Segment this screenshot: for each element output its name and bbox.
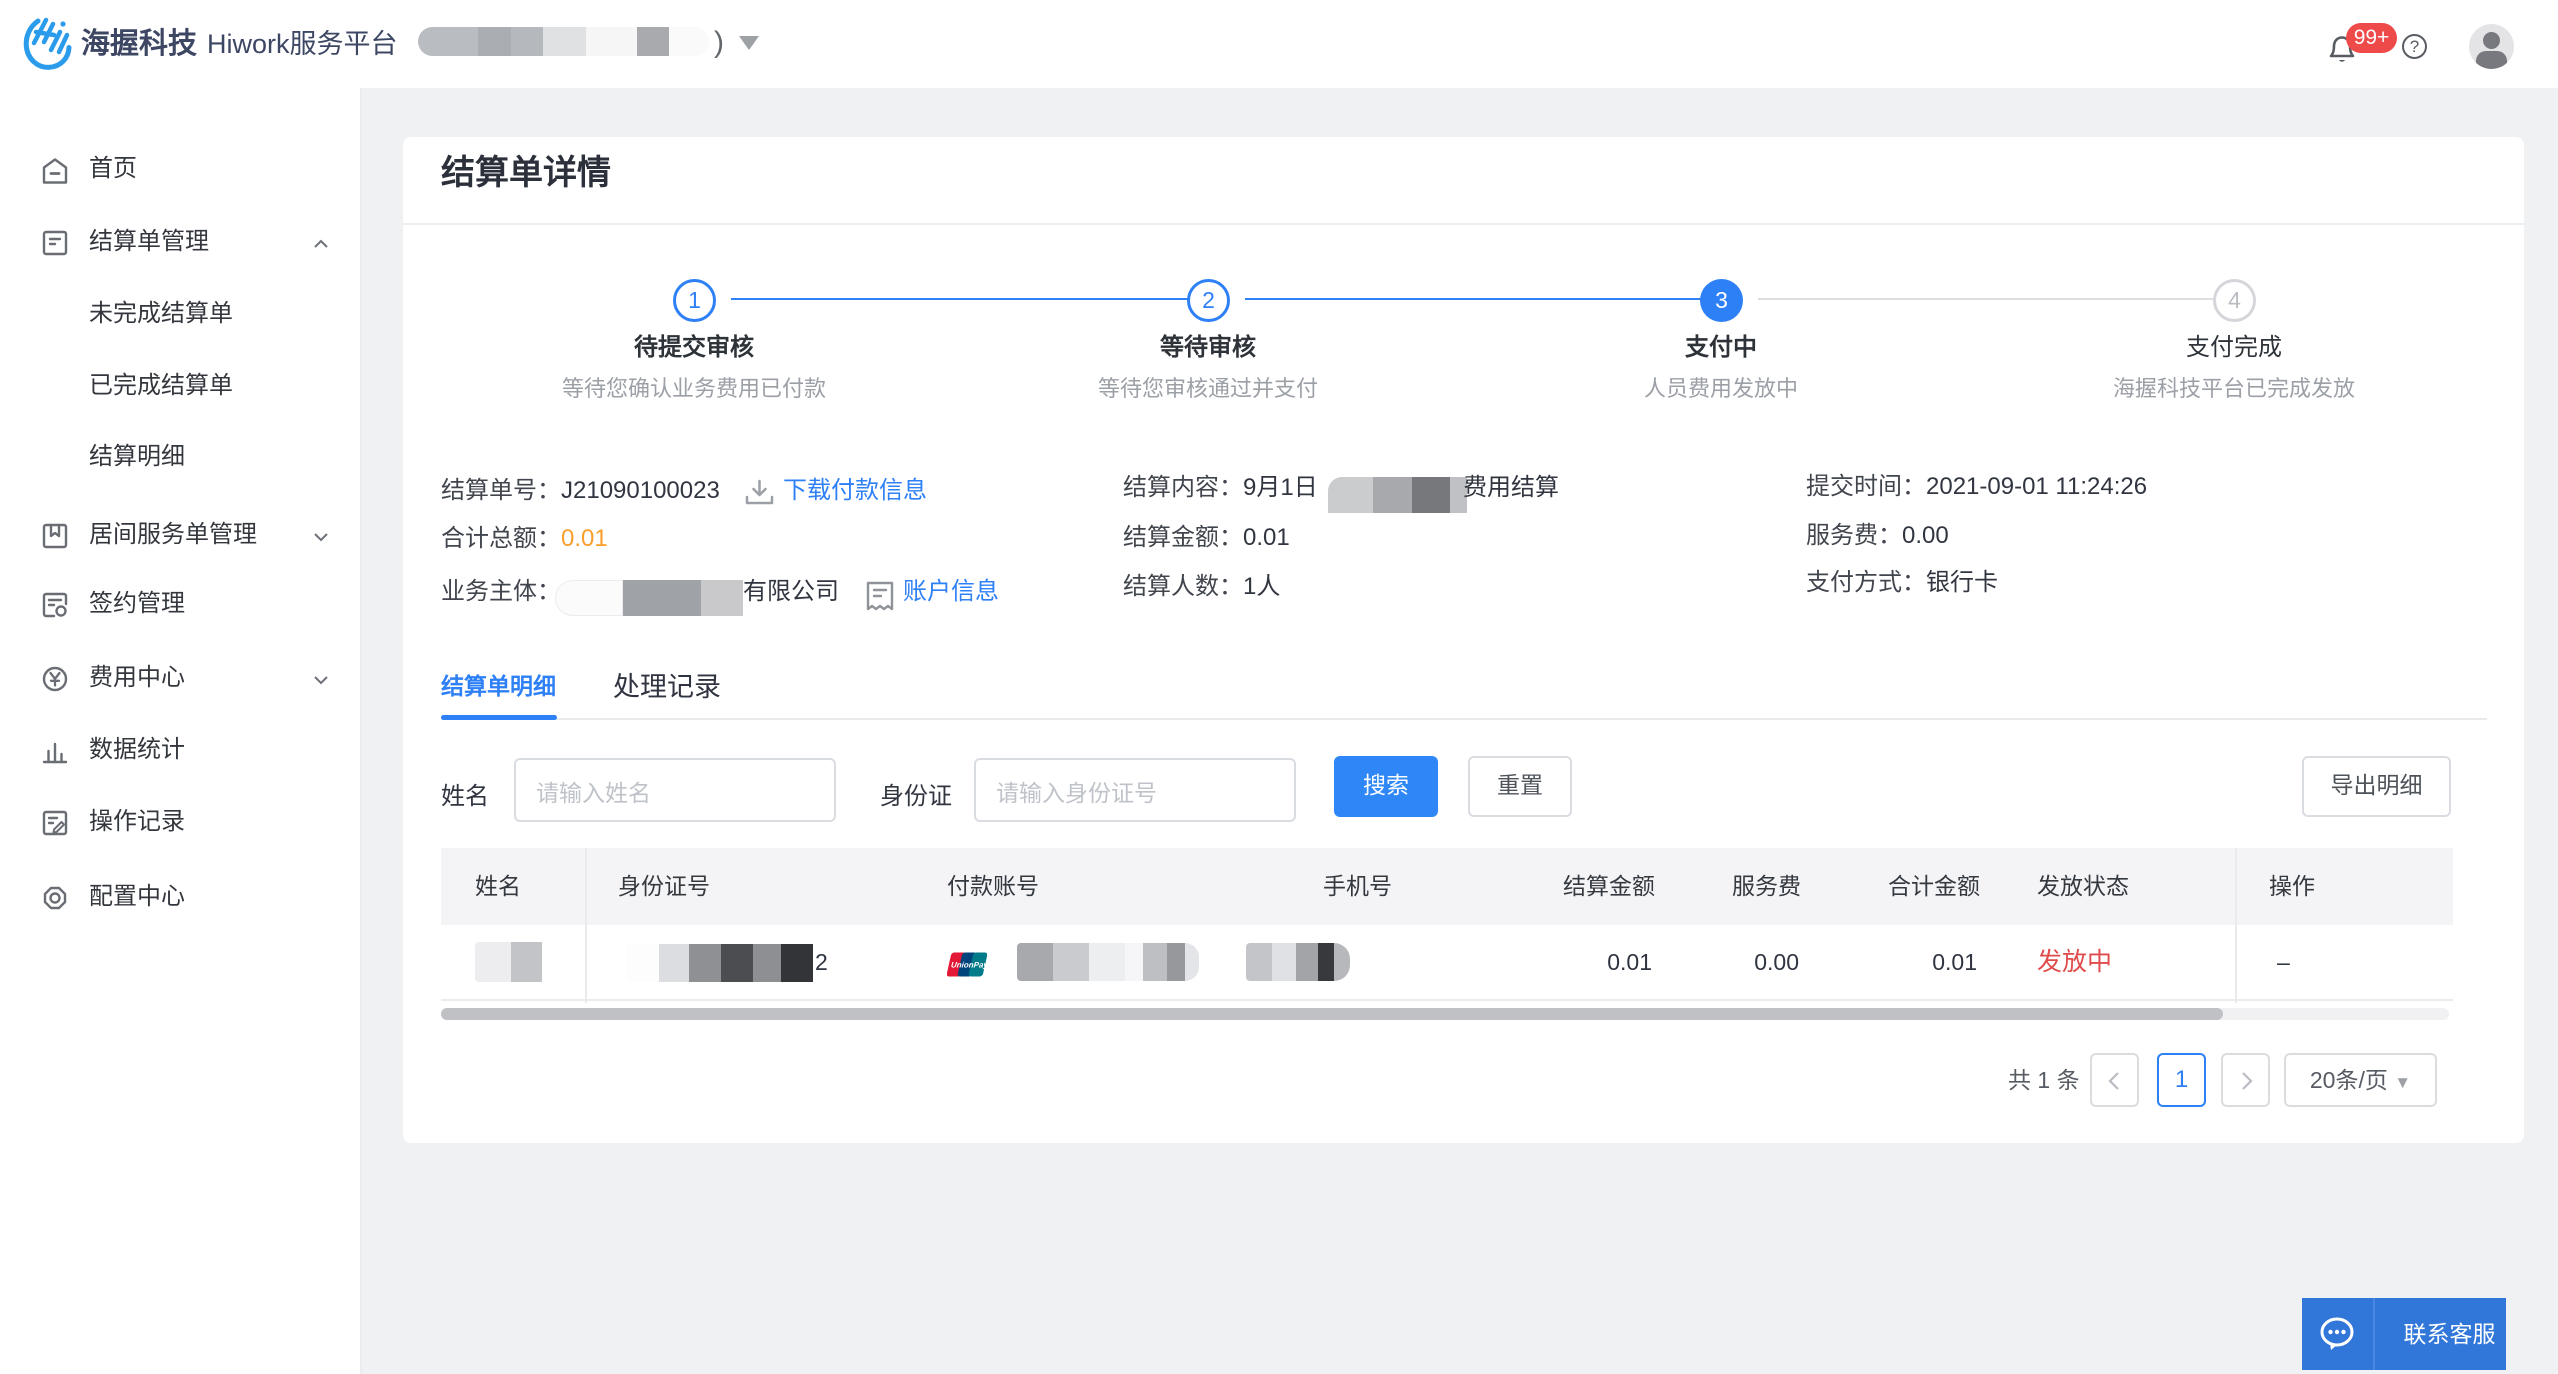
svg-text:UnionPay: UnionPay	[951, 961, 987, 970]
